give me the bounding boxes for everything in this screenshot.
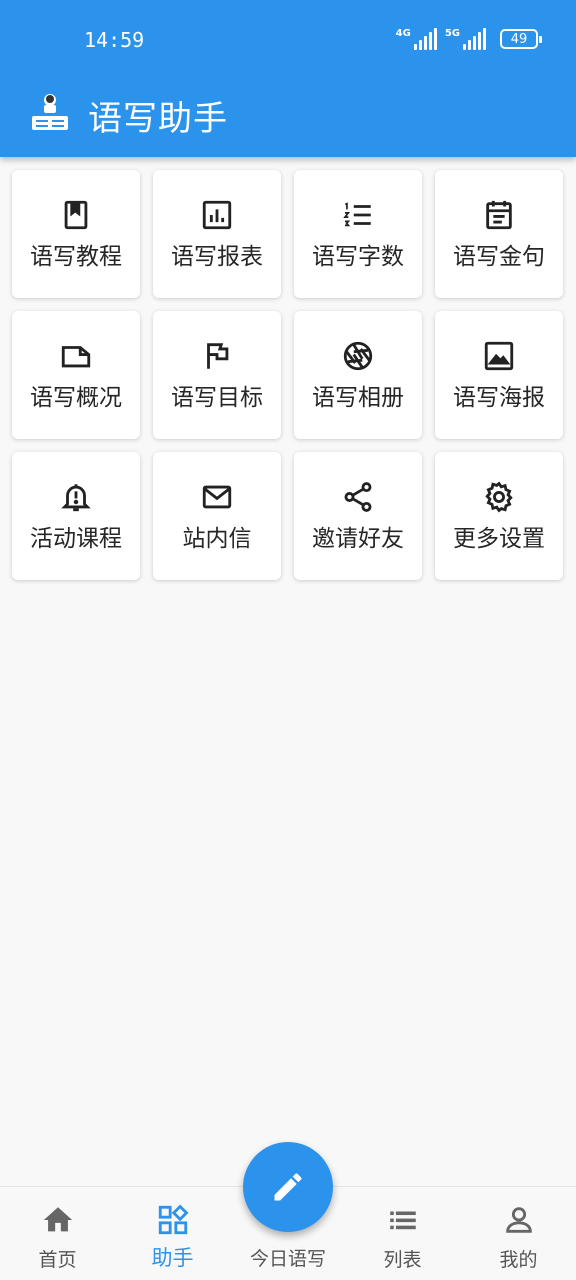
app-logo-icon [32, 94, 68, 130]
signal-5g-icon: 5G [445, 28, 486, 50]
numbered-list-icon [341, 198, 375, 232]
list-icon [389, 1211, 416, 1230]
grid-item-label: 站内信 [182, 526, 252, 552]
book-icon [59, 198, 93, 232]
person-icon [505, 1207, 532, 1233]
grid-item-invite[interactable]: 邀请好友 [294, 452, 422, 580]
chart-icon [200, 198, 234, 232]
signal-4g-icon: 4G [396, 28, 437, 50]
grid-item-quotes[interactable]: 语写金句 [435, 170, 563, 298]
grid-item-label: 语写字数 [312, 244, 404, 270]
battery-icon: 49 [500, 29, 542, 49]
grid-item-label: 更多设置 [453, 526, 545, 552]
grid-item-goal[interactable]: 语写目标 [153, 311, 281, 439]
nav-assistant-label: 助手 [151, 1246, 194, 1270]
grid-item-label: 语写目标 [171, 385, 263, 411]
pencil-icon [274, 1173, 302, 1201]
app-title: 语写助手 [88, 99, 228, 139]
grid-item-settings[interactable]: 更多设置 [435, 452, 563, 580]
share-icon [341, 480, 375, 514]
grid-item-inbox[interactable]: 站内信 [153, 452, 281, 580]
nav-assistant[interactable]: 助手 [115, 1187, 230, 1280]
app-header: 14:59 4G 5G 49 语写助手 [0, 0, 576, 157]
grid-item-label: 邀请好友 [312, 526, 404, 552]
grid-item-report[interactable]: 语写报表 [153, 170, 281, 298]
grid-item-label: 语写报表 [171, 244, 263, 270]
grid-item-album[interactable]: 语写相册 [294, 311, 422, 439]
nav-home[interactable]: 首页 [0, 1187, 115, 1280]
grid-item-overview[interactable]: 语写概况 [12, 311, 140, 439]
bell-alert-icon [59, 480, 93, 514]
nav-home-label: 首页 [38, 1249, 77, 1271]
gear-icon [482, 480, 516, 514]
widgets-icon [158, 1204, 188, 1235]
grid-item-label: 语写概况 [30, 385, 122, 411]
grid-item-label: 活动课程 [30, 526, 122, 552]
nav-list-label: 列表 [383, 1249, 422, 1271]
nav-mine-label: 我的 [499, 1249, 538, 1271]
signal-4g-label: 4G [395, 28, 411, 39]
image-icon [482, 339, 516, 373]
mail-icon [200, 480, 234, 514]
grid-item-courses[interactable]: 活动课程 [12, 452, 140, 580]
nav-today-label: 今日语写 [249, 1248, 326, 1270]
grid-item-label: 语写教程 [30, 244, 122, 270]
flag-icon [200, 339, 234, 373]
note-icon [59, 339, 93, 373]
nav-mine[interactable]: 我的 [461, 1187, 576, 1280]
battery-level: 49 [510, 31, 528, 47]
camera-aperture-icon [341, 339, 375, 373]
today-write-button[interactable] [243, 1142, 333, 1232]
status-indicators: 4G 5G 49 [396, 26, 542, 52]
status-time: 14:59 [84, 28, 145, 52]
feature-grid: 语写教程 语写报表 语写字数 语写金句 语写概况 语写目标 语写相册 语写海报 … [12, 170, 563, 580]
signal-5g-label: 5G [444, 28, 460, 39]
nav-list[interactable]: 列表 [345, 1187, 460, 1280]
home-icon [43, 1207, 72, 1232]
grid-item-word-count[interactable]: 语写字数 [294, 170, 422, 298]
calendar-note-icon [482, 198, 516, 232]
grid-item-tutorial[interactable]: 语写教程 [12, 170, 140, 298]
grid-item-label: 语写相册 [312, 385, 404, 411]
grid-item-label: 语写金句 [453, 244, 545, 270]
grid-item-poster[interactable]: 语写海报 [435, 311, 563, 439]
grid-item-label: 语写海报 [453, 385, 545, 411]
